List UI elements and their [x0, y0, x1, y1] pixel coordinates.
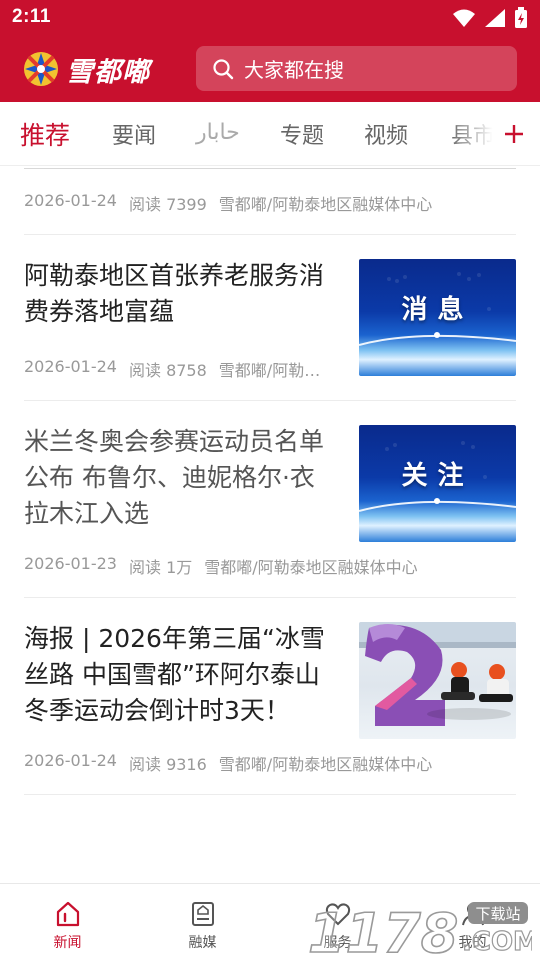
app-header: 雪都嘟 大家都在搜 [0, 36, 540, 102]
app-logo[interactable]: 雪都嘟 [22, 50, 150, 88]
item-date: 2026-01-24 [24, 357, 117, 376]
wifi-icon [453, 9, 475, 27]
watermark-suffix: .COM [462, 927, 532, 957]
item-source: 雪都嘟/阿勒泰地区融媒体中心 [218, 755, 433, 774]
tabs-fade [450, 102, 500, 165]
home-icon [56, 901, 79, 927]
item-source: 雪都嘟/阿勒泰地区融媒体中心 [218, 195, 433, 214]
site-watermark: 1178 .COM 下载站 [307, 901, 532, 960]
item-divider [24, 400, 516, 401]
item-reads: 阅读 9316 [128, 755, 207, 774]
news-meta: 2026-01-24 阅读 9316 雪都嘟/阿勒泰地区融媒体中心 [24, 751, 432, 775]
tab-kazakh-news[interactable]: حابار [196, 120, 240, 145]
status-icons [452, 6, 528, 30]
nav-label: 融媒 [188, 935, 217, 951]
nav-media[interactable]: 融媒 [135, 884, 270, 960]
item-reads: 阅读 1万 [128, 558, 193, 577]
search-bar[interactable]: 大家都在搜 [196, 46, 517, 91]
thumbnail-text: 消息 [401, 295, 474, 325]
plus-icon [505, 125, 523, 143]
item-source: 雪都嘟/阿勒… [218, 361, 321, 380]
add-channel-button[interactable] [498, 114, 530, 154]
app-name: 雪都嘟 [66, 56, 150, 88]
nav-label: 新闻 [53, 935, 82, 951]
item-date: 2026-01-24 [24, 191, 117, 210]
news-feed: 2026-01-24 阅读 7399 雪都嘟/阿勒泰地区融媒体中心 阿勒泰地区首… [0, 167, 540, 883]
news-title: 阿勒泰地区首张养老服务消 费券落地富蕴 [24, 261, 325, 326]
search-placeholder: 大家都在搜 [244, 58, 344, 82]
tab-recommend[interactable]: 推荐 [20, 116, 70, 152]
item-source: 雪都嘟/阿勒泰地区融媒体中心 [204, 558, 418, 577]
item-divider [24, 597, 516, 598]
nav-news[interactable]: 新闻 [0, 884, 135, 960]
channel-tabs: 推荐 要闻 حابار 专题 视频 县市 [0, 102, 540, 166]
news-meta: 2026-01-24 阅读 8758 雪都嘟/阿勒… [24, 357, 320, 381]
skaters-poster-graphic [359, 622, 516, 726]
item-divider [24, 794, 516, 795]
tab-headlines[interactable]: 要闻 [112, 118, 156, 150]
tab-videos[interactable]: 视频 [364, 118, 408, 150]
news-thumbnail: 消息 [359, 259, 516, 376]
battery-icon [515, 7, 527, 28]
news-thumbnail [359, 622, 516, 739]
watermark-badge: 下载站 [475, 905, 520, 923]
status-bar: 2:11 [0, 0, 540, 36]
news-meta: 2026-01-23 阅读 1万 雪都嘟/阿勒泰地区融媒体中心 [24, 554, 418, 578]
media-icon [191, 902, 214, 926]
partial-image-edge [24, 168, 516, 169]
signal-icon [485, 9, 505, 27]
snowflake-logo-icon [24, 52, 58, 86]
news-thumbnail: 关注 [359, 425, 516, 542]
watermark-number: 1178 [308, 902, 458, 960]
partial-item-meta[interactable]: 2026-01-24 阅读 7399 雪都嘟/阿勒泰地区融媒体中心 [24, 191, 432, 215]
item-divider [24, 234, 516, 235]
tab-topics[interactable]: 专题 [280, 118, 324, 150]
item-reads: 阅读 7399 [128, 195, 207, 214]
item-reads: 阅读 8758 [128, 361, 207, 380]
news-title: 海报 | 2026年第三届“冰雪 丝路 中国雪都”环阿尔泰山 冬季运动会倒计时3… [24, 624, 325, 725]
news-title: 米兰冬奥会参赛运动员名单 公布 布鲁尔、迪妮格尔·衣 拉木江入选 [24, 427, 325, 528]
item-date: 2026-01-23 [24, 554, 117, 573]
item-date: 2026-01-24 [24, 751, 117, 770]
thumbnail-text: 关注 [401, 461, 474, 491]
status-time: 2:11 [12, 6, 51, 27]
search-icon [213, 58, 234, 79]
